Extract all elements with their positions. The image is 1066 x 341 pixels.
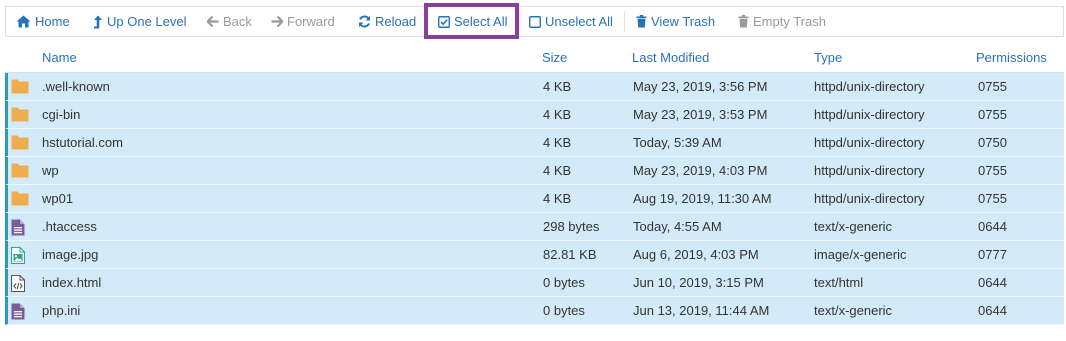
file-name: wp [42,163,59,178]
back-label: Back [223,14,252,29]
reload-label: Reload [375,14,417,29]
folder-icon [11,79,29,95]
file-last-modified: Aug 19, 2019, 11:30 AM [633,191,772,206]
file-rows: .well-known 4 KB May 23, 2019, 3:56 PM http… [5,73,1064,325]
file-permissions: 0777 [978,247,1007,262]
file-last-modified: Jun 13, 2019, 11:44 AM [633,303,770,318]
file-last-modified: Aug 6, 2019, 4:03 PM [633,247,759,262]
file-manager-toolbar: Home Up One Level Back Forward Reload Se… [5,6,1064,37]
level-up-icon [94,15,102,28]
file-permissions: 0755 [978,107,1007,122]
table-row[interactable]: cgi-bin 4 KB May 23, 2019, 3:53 PM httpd/un… [5,101,1064,129]
unselect-all-button[interactable]: Unselect All [529,7,613,36]
file-size: 0 bytes [543,303,585,318]
arrow-right-icon [271,16,283,27]
file-type: httpd/unix-directory [814,79,925,94]
file-type: httpd/unix-directory [814,191,925,206]
column-header-size[interactable]: Size [542,50,567,65]
file-size: 4 KB [543,79,572,94]
file-type: text/html [814,275,864,290]
reload-icon [359,15,370,28]
file-last-modified: Jun 10, 2019, 3:15 PM [633,275,764,290]
file-last-modified: May 23, 2019, 4:03 PM [633,163,768,178]
view-trash-button[interactable]: View Trash [636,7,715,36]
file-permissions: 0755 [978,79,1007,94]
table-row[interactable]: .htaccess 298 bytes Today, 4:55 AM text/x-g… [5,213,1064,241]
column-header-name[interactable]: Name [42,50,77,65]
file-type: text/x-generic [814,303,893,318]
home-button[interactable]: Home [16,7,70,36]
file-name: wp01 [42,191,74,206]
file-type: httpd/unix-directory [814,107,925,122]
table-row[interactable]: wp01 4 KB Aug 19, 2019, 11:30 AM httpd/unix… [5,185,1064,213]
file-type: httpd/unix-directory [814,135,925,150]
empty-checkbox-icon [529,15,541,28]
table-row[interactable]: .well-known 4 KB May 23, 2019, 3:56 PM http… [5,73,1064,101]
file-last-modified: May 23, 2019, 3:53 PM [633,107,768,122]
folder-icon [11,107,29,123]
table-row[interactable]: index.html 0 bytes Jun 10, 2019, 3:15 PM te… [5,269,1064,297]
column-header-permissions[interactable]: Permissions [976,50,1047,65]
up-one-level-button[interactable]: Up One Level [93,7,187,36]
file-type: text/x-generic [814,219,893,234]
file-name: .htaccess [42,219,97,234]
table-row[interactable]: hstutorial.com 4 KB Today, 5:39 AM httpd/un… [5,129,1064,157]
file-permissions: 0644 [978,275,1007,290]
home-label: Home [35,14,70,29]
file-name: image.jpg [42,247,99,262]
trash-icon [738,15,749,28]
file-size: 4 KB [543,135,572,150]
file-size: 82.81 KB [543,247,597,262]
file-name: .well-known [42,79,110,94]
text-file-icon [11,219,29,236]
home-icon [16,15,31,28]
file-permissions: 0755 [978,191,1007,206]
view-trash-label: View Trash [651,14,716,29]
empty-trash-label: Empty Trash [753,14,826,29]
html-file-icon [11,275,29,292]
file-name: index.html [42,275,102,290]
image-file-icon [11,247,29,264]
arrow-left-icon [207,16,219,27]
file-name: hstutorial.com [42,135,123,150]
forward-button[interactable]: Forward [271,7,335,36]
file-name: cgi-bin [42,107,81,122]
file-last-modified: Today, 5:39 AM [633,135,722,150]
forward-label: Forward [287,14,335,29]
file-name: php.ini [42,303,81,318]
up-one-level-label: Up One Level [107,14,187,29]
trash-icon [636,15,647,28]
folder-icon [11,135,29,151]
file-type: httpd/unix-directory [814,163,925,178]
table-row[interactable]: php.ini 0 bytes Jun 13, 2019, 11:44 AM text… [5,297,1064,325]
reload-button[interactable]: Reload [358,7,416,36]
file-size: 298 bytes [543,219,600,234]
file-permissions: 0644 [978,303,1007,318]
file-size: 4 KB [543,163,572,178]
file-permissions: 0755 [978,163,1007,178]
empty-trash-button[interactable]: Empty Trash [738,7,826,36]
file-size: 4 KB [543,107,572,122]
column-header-last-modified[interactable]: Last Modified [632,50,709,65]
file-last-modified: Today, 4:55 AM [633,219,722,234]
table-row[interactable]: wp 4 KB May 23, 2019, 4:03 PM httpd/unix-di… [5,157,1064,185]
column-header-type[interactable]: Type [814,50,842,65]
folder-icon [11,163,29,179]
table-header: Name Size Last Modified Type Permissions [5,44,1064,73]
text-file-icon [11,303,29,320]
file-last-modified: May 23, 2019, 3:56 PM [633,79,768,94]
unselect-all-label: Unselect All [545,14,613,29]
file-list-table: Name Size Last Modified Type Permissions… [5,44,1064,325]
table-row[interactable]: image.jpg 82.81 KB Aug 6, 2019, 4:03 PM ima… [5,241,1064,269]
file-size: 0 bytes [543,275,585,290]
select-all-highlight-box [424,3,519,39]
file-permissions: 0644 [978,219,1007,234]
file-type: image/x-generic [814,247,907,262]
file-permissions: 0750 [978,135,1007,150]
back-button[interactable]: Back [207,7,252,36]
folder-icon [11,191,29,207]
toolbar-divider [624,11,625,32]
file-size: 4 KB [543,191,572,206]
